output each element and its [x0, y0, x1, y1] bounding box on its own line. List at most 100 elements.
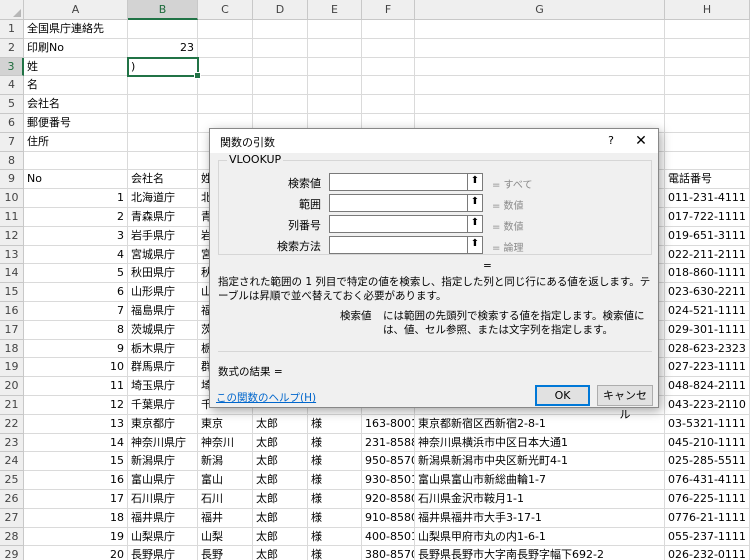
- row-header[interactable]: 29: [0, 546, 24, 560]
- cell-h22[interactable]: 03-5321-1111: [665, 414, 750, 434]
- cell-e24[interactable]: 様: [308, 452, 362, 472]
- cell-e1[interactable]: [308, 20, 362, 39]
- cancel-button[interactable]: キャンセル: [597, 385, 653, 421]
- cell-b9[interactable]: 会社名: [128, 170, 198, 190]
- cell-f24[interactable]: 950-8570: [362, 452, 415, 472]
- cell-c24[interactable]: 新潟: [198, 452, 253, 472]
- help-icon[interactable]: ?: [602, 132, 620, 150]
- cell-e28[interactable]: 様: [308, 527, 362, 547]
- cell-h28[interactable]: 055-237-1111: [665, 527, 750, 547]
- cell-c1[interactable]: [198, 20, 253, 39]
- row-header[interactable]: 5: [0, 95, 24, 114]
- cell-a4[interactable]: 名: [24, 76, 128, 96]
- cell-f1[interactable]: [362, 20, 415, 39]
- row-header[interactable]: 23: [0, 433, 24, 453]
- cell-a5[interactable]: 会社名: [24, 95, 128, 114]
- row-header[interactable]: 21: [0, 396, 24, 415]
- cell-e25[interactable]: 様: [308, 471, 362, 490]
- cell-c27[interactable]: 福井: [198, 508, 253, 528]
- row-header[interactable]: 6: [0, 114, 24, 133]
- cell-h10[interactable]: 011-231-4111: [665, 189, 750, 208]
- row-header[interactable]: 12: [0, 226, 24, 246]
- cell-a1[interactable]: 全国県庁連絡先: [24, 20, 128, 39]
- cell-d27[interactable]: 太郎: [253, 508, 308, 528]
- cell-h26[interactable]: 076-225-1111: [665, 490, 750, 509]
- cell-h29[interactable]: 026-232-0111: [665, 546, 750, 560]
- cell-b21[interactable]: 千葉県庁: [128, 396, 198, 415]
- column-header[interactable]: E: [308, 0, 362, 20]
- cell-f4[interactable]: [362, 76, 415, 96]
- cell-b14[interactable]: 秋田県庁: [128, 264, 198, 284]
- cell-c22[interactable]: 東京: [198, 414, 253, 434]
- arg-input-lookup-value[interactable]: [329, 173, 477, 191]
- cell-b26[interactable]: 石川県庁: [128, 490, 198, 509]
- cell-a6[interactable]: 郵便番号: [24, 114, 128, 133]
- cell-a12[interactable]: 3: [24, 226, 128, 246]
- cell-a25[interactable]: 16: [24, 471, 128, 490]
- cell-d26[interactable]: 太郎: [253, 490, 308, 509]
- cell-g29[interactable]: 長野県長野市大字南長野字幅下692-2: [415, 546, 665, 560]
- cell-f2[interactable]: [362, 38, 415, 58]
- cell-a24[interactable]: 15: [24, 452, 128, 472]
- cell-g3[interactable]: [415, 57, 665, 77]
- cell-e29[interactable]: 様: [308, 546, 362, 560]
- cell-a10[interactable]: 1: [24, 189, 128, 208]
- column-header[interactable]: A: [24, 0, 128, 20]
- cell-b19[interactable]: 群馬県庁: [128, 358, 198, 378]
- cell-g26[interactable]: 石川県金沢市鞍月1-1: [415, 490, 665, 509]
- cell-a13[interactable]: 4: [24, 245, 128, 265]
- cell-g25[interactable]: 富山県富山市新総曲輪1-7: [415, 471, 665, 490]
- row-header[interactable]: 28: [0, 527, 24, 547]
- cell-g4[interactable]: [415, 76, 665, 96]
- cell-c2[interactable]: [198, 38, 253, 58]
- cell-g1[interactable]: [415, 20, 665, 39]
- row-header[interactable]: 25: [0, 471, 24, 490]
- row-header[interactable]: 1: [0, 20, 24, 39]
- cell-c29[interactable]: 長野: [198, 546, 253, 560]
- cell-b4[interactable]: [128, 76, 198, 96]
- cell-d22[interactable]: 太郎: [253, 414, 308, 434]
- cell-c28[interactable]: 山梨: [198, 527, 253, 547]
- column-header[interactable]: F: [362, 0, 415, 20]
- cell-g23[interactable]: 神奈川県横浜市中区日本大通1: [415, 433, 665, 453]
- cell-c23[interactable]: 神奈川: [198, 433, 253, 453]
- row-header[interactable]: 7: [0, 132, 24, 152]
- cell-a18[interactable]: 9: [24, 339, 128, 359]
- cell-c5[interactable]: [198, 95, 253, 114]
- cell-a20[interactable]: 11: [24, 377, 128, 396]
- cell-g5[interactable]: [415, 95, 665, 114]
- cell-h7[interactable]: [665, 132, 750, 152]
- cell-h21[interactable]: 043-223-2110: [665, 396, 750, 415]
- cell-f25[interactable]: 930-8501: [362, 471, 415, 490]
- cell-e5[interactable]: [308, 95, 362, 114]
- cell-b23[interactable]: 神奈川県庁: [128, 433, 198, 453]
- cell-d29[interactable]: 太郎: [253, 546, 308, 560]
- cell-g27[interactable]: 福井県福井市大手3-17-1: [415, 508, 665, 528]
- cell-b12[interactable]: 岩手県庁: [128, 226, 198, 246]
- cell-d5[interactable]: [253, 95, 308, 114]
- range-select-icon[interactable]: ⬆: [467, 173, 483, 191]
- cell-g2[interactable]: [415, 38, 665, 58]
- cell-h4[interactable]: [665, 76, 750, 96]
- cell-b13[interactable]: 宮城県庁: [128, 245, 198, 265]
- cell-h11[interactable]: 017-722-1111: [665, 208, 750, 227]
- cell-a22[interactable]: 13: [24, 414, 128, 434]
- row-header[interactable]: 15: [0, 283, 24, 302]
- cell-h27[interactable]: 0776-21-1111: [665, 508, 750, 528]
- cell-h23[interactable]: 045-210-1111: [665, 433, 750, 453]
- cell-h2[interactable]: [665, 38, 750, 58]
- cell-f27[interactable]: 910-8580: [362, 508, 415, 528]
- cell-b17[interactable]: 茨城県庁: [128, 320, 198, 340]
- cell-d3[interactable]: [253, 57, 308, 77]
- range-select-icon[interactable]: ⬆: [467, 194, 483, 212]
- arg-input-range-lookup[interactable]: [329, 236, 477, 254]
- cell-a15[interactable]: 6: [24, 283, 128, 302]
- cell-a27[interactable]: 18: [24, 508, 128, 528]
- cell-a16[interactable]: 7: [24, 302, 128, 321]
- cell-h13[interactable]: 022-211-2111: [665, 245, 750, 265]
- cell-h12[interactable]: 019-651-3111: [665, 226, 750, 246]
- function-help-link[interactable]: この関数のヘルプ(H): [216, 390, 316, 405]
- cell-f29[interactable]: 380-8570: [362, 546, 415, 560]
- cell-a29[interactable]: 20: [24, 546, 128, 560]
- cell-b27[interactable]: 福井県庁: [128, 508, 198, 528]
